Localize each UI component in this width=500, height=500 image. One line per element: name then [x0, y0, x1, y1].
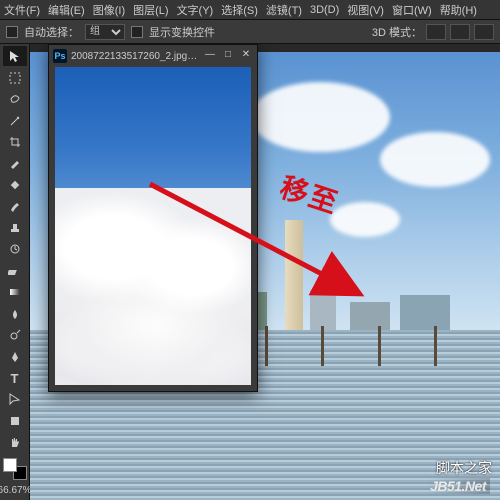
show-transform-label: 显示变换控件: [149, 24, 215, 40]
maximize-button[interactable]: □: [221, 49, 235, 63]
menu-3d[interactable]: 3D(D): [310, 4, 339, 16]
3d-button-2[interactable]: [450, 24, 470, 40]
workspace: T 66.67%: [0, 44, 500, 500]
type-tool[interactable]: T: [3, 368, 27, 388]
mode-3d-label: 3D 模式：: [372, 24, 422, 40]
crop-tool[interactable]: [3, 132, 27, 152]
eyedropper-tool[interactable]: [3, 153, 27, 173]
3d-button-1[interactable]: [426, 24, 446, 40]
menu-view[interactable]: 视图(V): [347, 2, 384, 18]
toolbox: T 66.67%: [0, 44, 30, 500]
eraser-tool[interactable]: [3, 261, 27, 281]
menu-layer[interactable]: 图层(L): [133, 2, 168, 18]
menu-image[interactable]: 图像(I): [93, 2, 125, 18]
auto-select-dropdown[interactable]: 组: [85, 24, 125, 40]
dodge-tool[interactable]: [3, 325, 27, 345]
menu-edit[interactable]: 编辑(E): [48, 2, 85, 18]
gradient-tool[interactable]: [3, 282, 27, 302]
menu-help[interactable]: 帮助(H): [440, 2, 477, 18]
menu-window[interactable]: 窗口(W): [392, 2, 432, 18]
stamp-tool[interactable]: [3, 218, 27, 238]
path-tool[interactable]: [3, 389, 27, 409]
color-swatch[interactable]: [3, 458, 27, 480]
marquee-tool[interactable]: [3, 67, 27, 87]
hand-tool[interactable]: [3, 432, 27, 452]
watermark-text-2: JB51.Net: [426, 478, 490, 494]
history-brush-tool[interactable]: [3, 239, 27, 259]
fg-color[interactable]: [3, 458, 17, 472]
3d-button-3[interactable]: [474, 24, 494, 40]
zoom-level[interactable]: 66.67%: [0, 481, 31, 500]
heal-tool[interactable]: [3, 175, 27, 195]
options-bar: 自动选择： 组 显示变换控件 3D 模式：: [0, 20, 500, 44]
close-button[interactable]: ✕: [239, 49, 253, 63]
canvas-area[interactable]: Ps 2008722133517260_2.jpg @ 66.7%(RGB/8#…: [30, 44, 500, 500]
watermark-text-1: 脚本之家: [436, 458, 492, 478]
menu-select[interactable]: 选择(S): [221, 2, 258, 18]
float-title: 2008722133517260_2.jpg @ 66.7%(RGB/8#): [71, 51, 199, 62]
building: [400, 295, 450, 330]
menu-filter[interactable]: 滤镜(T): [266, 2, 302, 18]
minimize-button[interactable]: —: [203, 49, 217, 63]
blur-tool[interactable]: [3, 303, 27, 323]
wand-tool[interactable]: [3, 110, 27, 130]
brush-tool[interactable]: [3, 196, 27, 216]
menubar: 文件(F) 编辑(E) 图像(I) 图层(L) 文字(Y) 选择(S) 滤镜(T…: [0, 0, 500, 20]
shape-tool[interactable]: [3, 411, 27, 431]
cloud-shape: [250, 82, 390, 152]
move-tool[interactable]: [3, 46, 27, 66]
menu-file[interactable]: 文件(F): [4, 2, 40, 18]
auto-select-checkbox[interactable]: [6, 26, 18, 38]
float-titlebar[interactable]: Ps 2008722133517260_2.jpg @ 66.7%(RGB/8#…: [49, 45, 257, 67]
ps-app-icon: Ps: [53, 49, 67, 63]
annotation-arrow: [140, 154, 390, 334]
lasso-tool[interactable]: [3, 89, 27, 109]
menu-text[interactable]: 文字(Y): [177, 2, 214, 18]
auto-select-label: 自动选择：: [24, 24, 79, 40]
pen-tool[interactable]: [3, 346, 27, 366]
show-transform-checkbox[interactable]: [131, 26, 143, 38]
cloud-shape: [380, 132, 490, 187]
